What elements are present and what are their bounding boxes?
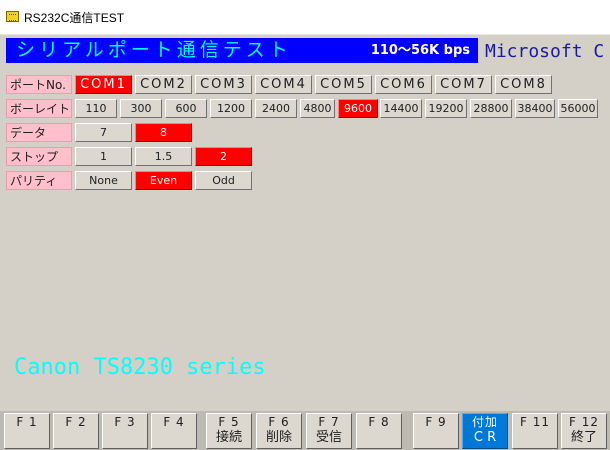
baud-option-56000[interactable]: 56000 xyxy=(558,99,598,118)
data-option-8[interactable]: 8 xyxy=(135,123,192,142)
port-option-com3[interactable]: COM3 xyxy=(195,75,252,94)
function-key-name: F 3 xyxy=(114,415,136,429)
function-key-8[interactable]: F 8 xyxy=(356,413,402,449)
port-option-com6[interactable]: COM6 xyxy=(375,75,432,94)
function-key-name: F 1 xyxy=(16,415,38,429)
function-key-name: F 8 xyxy=(368,415,390,429)
baud-option-9600[interactable]: 9600 xyxy=(338,99,378,118)
baud-option-1200[interactable]: 1200 xyxy=(210,99,252,118)
brand-text: Microsoft C xyxy=(485,41,605,62)
parity-option-odd[interactable]: Odd xyxy=(195,171,252,190)
function-key-5[interactable]: F 5 接続 xyxy=(206,413,252,449)
baud-option-14400[interactable]: 14400 xyxy=(380,99,422,118)
port-option-com5[interactable]: COM5 xyxy=(315,75,372,94)
function-key-name: 付加 xyxy=(471,415,498,429)
function-key-4[interactable]: F 4 xyxy=(151,413,197,449)
function-key-label: 接続 xyxy=(215,430,242,445)
port-option-com8[interactable]: COM8 xyxy=(495,75,552,94)
client-area: シリアルポート通信テスト 110〜56K bps Microsoft C ポート… xyxy=(0,35,610,450)
function-key-1[interactable]: F 1 xyxy=(4,413,50,449)
port-option-com4[interactable]: COM4 xyxy=(255,75,312,94)
stop-option-1[interactable]: 1 xyxy=(75,147,132,166)
function-key-11[interactable]: F 11 xyxy=(512,413,558,449)
function-key-label: 削除 xyxy=(265,430,292,445)
function-key-name: F 5 xyxy=(218,415,240,429)
function-key-name: F 7 xyxy=(318,415,340,429)
printer-name: Canon TS8230 series xyxy=(14,355,266,380)
baud-option-300[interactable]: 300 xyxy=(120,99,162,118)
stop-option-2[interactable]: 2 xyxy=(195,147,252,166)
window-title: RS232C通信TEST xyxy=(24,11,125,25)
function-key-label xyxy=(513,429,557,446)
function-key-12[interactable]: F 12 終了 xyxy=(561,413,607,449)
baud-option-600[interactable]: 600 xyxy=(165,99,207,118)
function-key-9[interactable]: F 9 xyxy=(413,413,459,449)
function-key-label xyxy=(5,429,49,446)
function-key-label: 終了 xyxy=(570,430,597,445)
function-key-3[interactable]: F 3 xyxy=(102,413,148,449)
function-key-label xyxy=(357,429,401,446)
baud-option-110[interactable]: 110 xyxy=(75,99,117,118)
function-key-label xyxy=(103,429,147,446)
function-key-name: F 11 xyxy=(520,415,550,429)
function-key-bar: F 1F 2F 3F 4F 5 接続 F 6 削除 F 7 受信 F 8F 9 付加 C RF … xyxy=(0,411,610,450)
function-key-6[interactable]: F 6 削除 xyxy=(256,413,302,449)
header-title: シリアルポート通信テスト xyxy=(16,39,292,61)
function-key-name: F 2 xyxy=(65,415,87,429)
baud-option-4800[interactable]: 4800 xyxy=(300,99,335,118)
function-key-label xyxy=(414,429,458,446)
function-key-label: 受信 xyxy=(315,430,342,445)
parity-option-none[interactable]: None xyxy=(75,171,132,190)
app-icon xyxy=(6,11,19,22)
baud-range-text: 110〜56K bps xyxy=(370,43,470,58)
function-key-label xyxy=(152,429,196,446)
stop-bits-label: ストップ xyxy=(6,147,72,166)
function-key-name: F 4 xyxy=(163,415,185,429)
data-bits-label: データ xyxy=(6,123,72,142)
function-key-2[interactable]: F 2 xyxy=(53,413,99,449)
title-bar: RS232C通信TEST xyxy=(0,0,610,35)
function-key-label: C R xyxy=(473,430,497,445)
port-option-com7[interactable]: COM7 xyxy=(435,75,492,94)
port-label: ポートNo. xyxy=(6,75,72,94)
port-option-com2[interactable]: COM2 xyxy=(135,75,192,94)
function-key-7[interactable]: F 7 受信 xyxy=(306,413,352,449)
function-key-name: F 12 xyxy=(569,415,599,429)
port-option-com1[interactable]: COM1 xyxy=(75,75,132,94)
baud-option-19200[interactable]: 19200 xyxy=(425,99,467,118)
baud-option-2400[interactable]: 2400 xyxy=(255,99,297,118)
function-key-name: F 6 xyxy=(268,415,290,429)
function-key-10[interactable]: 付加 C R xyxy=(462,413,508,449)
function-key-name: F 9 xyxy=(425,415,447,429)
baud-option-28800[interactable]: 28800 xyxy=(470,99,512,118)
data-option-7[interactable]: 7 xyxy=(75,123,132,142)
baud-label: ボーレイト xyxy=(6,99,72,118)
function-key-label xyxy=(54,429,98,446)
stop-option-1-5[interactable]: 1.5 xyxy=(135,147,192,166)
header-banner: シリアルポート通信テスト 110〜56K bps xyxy=(6,38,478,63)
baud-option-38400[interactable]: 38400 xyxy=(515,99,555,118)
parity-option-even[interactable]: Even xyxy=(135,171,192,190)
parity-label: パリティ xyxy=(6,171,72,190)
